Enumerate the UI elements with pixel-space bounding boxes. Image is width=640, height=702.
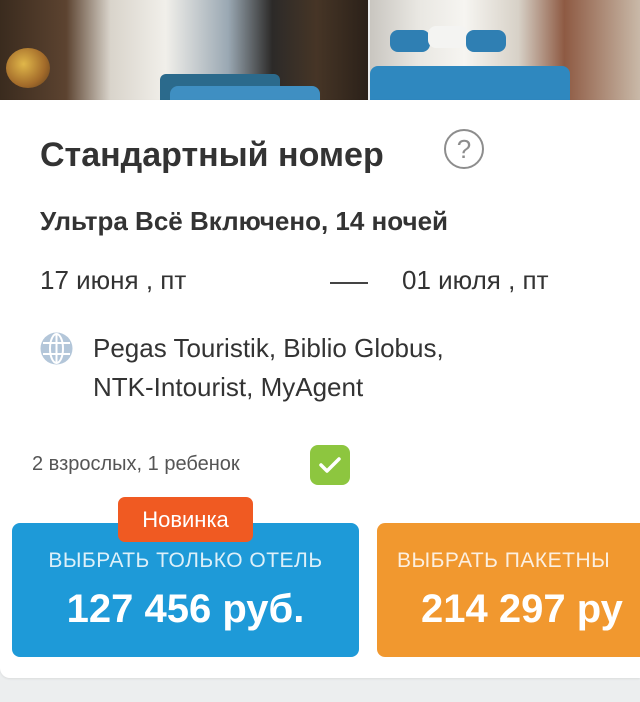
bed-image xyxy=(370,66,570,100)
tour-operators-line: Pegas Touristik, Biblio Globus, xyxy=(93,333,444,363)
bed-image xyxy=(170,86,320,100)
guests-summary: 2 взрослых, 1 ребенок xyxy=(32,453,240,475)
date-separator xyxy=(330,282,368,284)
fruit-bowl-image xyxy=(6,48,50,88)
select-package-label: ВЫБРАТЬ ПАКЕТНЫ xyxy=(397,549,611,572)
tour-operators: Pegas Touristik, Biblio Globus, NTK-Into… xyxy=(93,329,444,407)
checkmark-icon xyxy=(319,457,341,473)
room-photo-2[interactable] xyxy=(370,0,640,100)
board-and-nights: Ультра Всё Включено, 14 ночей xyxy=(40,206,449,236)
tour-operators-line: NTK-Intourist, MyAgent xyxy=(93,372,364,402)
new-badge: Новинка xyxy=(118,497,253,542)
package-price: 214 297 ру xyxy=(421,587,623,631)
question-circle-icon[interactable]: ? xyxy=(444,129,484,169)
room-photo-gallery[interactable] xyxy=(0,0,640,100)
select-hotel-only-label: ВЫБРАТЬ ТОЛЬКО ОТЕЛЬ xyxy=(48,549,323,572)
pillow-image xyxy=(466,30,506,52)
check-in-date: 17 июня , пт xyxy=(40,265,187,295)
check-out-date: 01 июля , пт xyxy=(402,265,549,295)
globe-icon xyxy=(40,332,73,365)
pillow-image xyxy=(428,26,468,48)
pillow-image xyxy=(390,30,430,52)
select-package-button[interactable]: ВЫБРАТЬ ПАКЕТНЫ 214 297 ру xyxy=(377,523,640,657)
hotel-only-price: 127 456 руб. xyxy=(66,587,305,631)
room-title: Стандартный номер xyxy=(40,136,384,174)
select-hotel-only-button[interactable]: ВЫБРАТЬ ТОЛЬКО ОТЕЛЬ 127 456 руб. xyxy=(12,523,359,657)
room-photo-1[interactable] xyxy=(0,0,368,100)
guests-checkbox[interactable] xyxy=(310,445,350,485)
